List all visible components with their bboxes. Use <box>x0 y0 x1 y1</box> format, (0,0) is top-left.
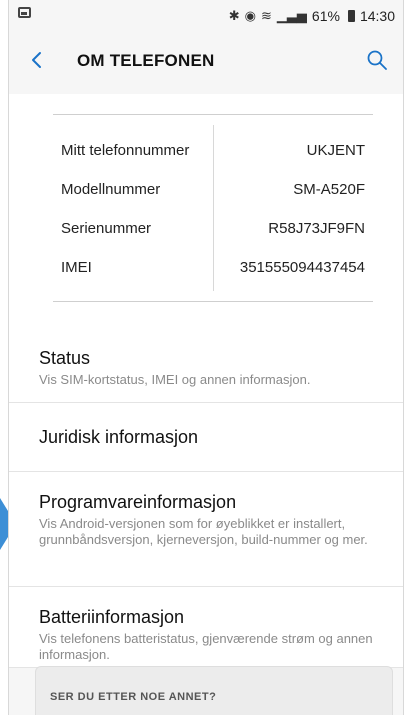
settings-list: Status Vis SIM-kortstatus, IMEI og annen… <box>9 322 403 668</box>
phone-screen: ✱ ◉ ≋ ▁▃▅ 61% 14:30 OM TELEFONEN Mitt te… <box>8 0 404 715</box>
info-value: SM-A520F <box>293 181 365 198</box>
info-row-phone-number: Mitt telefonnummer UKJENT <box>9 142 403 166</box>
item-title: Status <box>39 348 91 368</box>
more-help-card[interactable]: SER DU ETTER NOE ANNET? <box>35 666 393 715</box>
search-icon[interactable] <box>365 48 389 72</box>
item-title: Batteriinformasjon <box>39 607 185 627</box>
list-item-battery-info[interactable]: Batteriinformasjon Vis telefonens batter… <box>9 587 403 668</box>
item-subtitle: Vis Android-versjonen som for øyeblikket… <box>39 516 368 547</box>
divider <box>53 114 373 115</box>
item-subtitle: Vis SIM-kortstatus, IMEI og annen inform… <box>39 372 311 387</box>
battery-percent: 61% <box>311 8 340 24</box>
list-item-legal-info[interactable]: Juridisk informasjon <box>9 403 403 472</box>
device-info-card: Mitt telefonnummer UKJENT Modellnummer S… <box>9 94 403 322</box>
item-title: Programvareinformasjon <box>39 492 237 512</box>
info-row-imei: IMEI 351555094437454 <box>9 259 403 283</box>
info-label: Mitt telefonnummer <box>61 142 190 159</box>
mute-icon: ◉ <box>244 8 257 23</box>
status-bar: ✱ ◉ ≋ ▁▃▅ 61% 14:30 <box>9 0 403 34</box>
wifi-icon: ≋ <box>261 8 272 23</box>
info-label: IMEI <box>61 259 92 276</box>
more-help-heading: SER DU ETTER NOE ANNET? <box>50 691 217 703</box>
item-subtitle: Vis telefonens batteristatus, gjenværend… <box>39 631 373 662</box>
signal-icon: ▁▃▅ <box>276 8 307 23</box>
item-title: Juridisk informasjon <box>39 427 199 447</box>
divider <box>53 301 373 302</box>
status-indicators: ✱ ◉ ≋ ▁▃▅ 61% 14:30 <box>229 8 395 24</box>
image-icon <box>18 7 31 18</box>
info-row-serial-number: Serienummer R58J73JF9FN <box>9 220 403 244</box>
info-label: Modellnummer <box>61 181 161 198</box>
list-item-software-info[interactable]: Programvareinformasjon Vis Android-versj… <box>9 472 403 587</box>
info-value: R58J73JF9FN <box>268 220 365 237</box>
app-header: OM TELEFONEN <box>9 34 403 90</box>
battery-icon <box>347 10 355 22</box>
info-value: 351555094437454 <box>239 259 365 276</box>
info-value: UKJENT <box>306 142 365 159</box>
list-item-status[interactable]: Status Vis SIM-kortstatus, IMEI og annen… <box>9 322 403 403</box>
info-row-model-number: Modellnummer SM-A520F <box>9 181 403 205</box>
info-label: Serienummer <box>61 220 152 237</box>
page-title: OM TELEFONEN <box>77 51 215 70</box>
clock: 14:30 <box>359 8 395 24</box>
back-arrow-icon[interactable] <box>25 48 49 72</box>
bluetooth-icon: ✱ <box>228 8 240 23</box>
